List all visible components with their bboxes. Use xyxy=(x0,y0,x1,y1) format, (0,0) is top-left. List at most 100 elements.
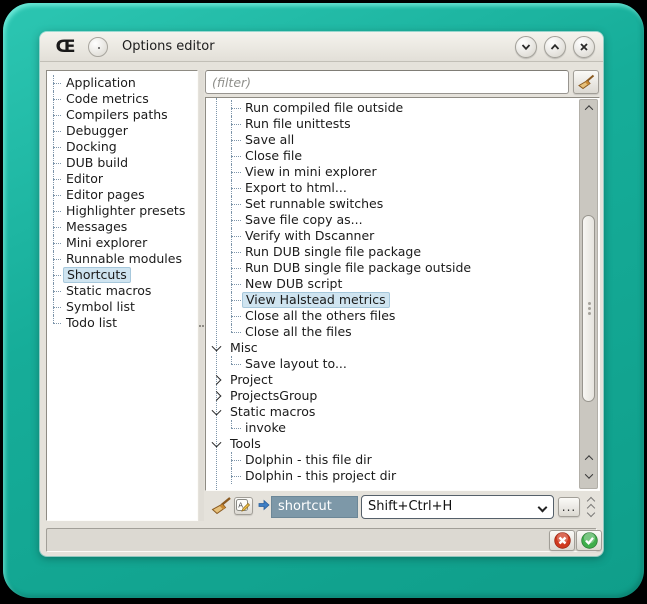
expander-icon[interactable] xyxy=(212,391,222,401)
sidebar-item-highlighter-presets[interactable]: Highlighter presets xyxy=(47,203,197,219)
tree-item-close-all-the-others-files[interactable]: Close all the others files xyxy=(206,308,599,324)
title-bar[interactable]: Œ Options editor xyxy=(40,32,603,62)
red-cross-icon xyxy=(554,532,571,549)
tree-item-run-dub-single-file-package[interactable]: Run DUB single file package xyxy=(206,244,599,260)
tree-item-label: Static macros xyxy=(227,405,318,419)
tree-item-save-layout-to[interactable]: Save layout to... xyxy=(206,356,599,372)
sidebar-item-shortcuts[interactable]: Shortcuts xyxy=(47,267,197,283)
sidebar-item-editor[interactable]: Editor xyxy=(47,171,197,187)
tree-item-label: Run DUB single file package outside xyxy=(242,261,474,275)
tree-item-save-all[interactable]: Save all xyxy=(206,132,599,148)
tree-item-set-runnable-switches[interactable]: Set runnable switches xyxy=(206,196,599,212)
sidebar-item-compilers-paths[interactable]: Compilers paths xyxy=(47,107,197,123)
sidebar-item-label: Compilers paths xyxy=(63,108,171,122)
tree-item-verify-with-dscanner[interactable]: Verify with Dscanner xyxy=(206,228,599,244)
expander-icon[interactable] xyxy=(212,342,222,352)
expander-icon[interactable] xyxy=(212,438,222,448)
tree-item-label: Export to html... xyxy=(242,181,350,195)
tree-item-misc[interactable]: Misc xyxy=(206,340,599,356)
shortcuts-tree: Run compiled file outside Run file unitte… xyxy=(205,97,600,491)
category-list: ApplicationCode metrics Compilers pathsDe… xyxy=(46,70,198,521)
tree-item-label: ProjectsGroup xyxy=(227,389,320,403)
window-menu-button[interactable] xyxy=(88,37,108,57)
updown-stepper[interactable] xyxy=(584,495,599,519)
splitter-handle[interactable] xyxy=(199,70,204,521)
sidebar-item-application[interactable]: Application xyxy=(47,75,197,91)
sidebar-item-label: Editor xyxy=(63,172,106,186)
shortcut-value-combo[interactable]: Shift+Ctrl+H xyxy=(361,495,554,519)
accept-button[interactable] xyxy=(576,530,602,551)
property-name-cell[interactable]: shortcut xyxy=(271,496,358,518)
tree-item-run-file-unittests[interactable]: Run file unittests xyxy=(206,116,599,132)
tree-item-view-halstead-metrics[interactable]: View Halstead metrics xyxy=(206,292,599,308)
scroll-up-button-bottom[interactable] xyxy=(580,451,597,464)
sidebar-item-messages[interactable]: Messages xyxy=(47,219,197,235)
sidebar-item-symbol-list[interactable]: Symbol list xyxy=(47,299,197,315)
tree-item-dolphin-this-file-dir[interactable]: Dolphin - this file dir xyxy=(206,452,599,468)
close-button[interactable] xyxy=(573,36,595,58)
sidebar-item-dub-build[interactable]: DUB build xyxy=(47,155,197,171)
shortcut-value: Shift+Ctrl+H xyxy=(368,499,452,514)
sidebar-item-label: Highlighter presets xyxy=(63,204,188,218)
tree-item-run-dub-single-file-package-outside[interactable]: Run DUB single file package outside xyxy=(206,260,599,276)
sidebar-item-debugger[interactable]: Debugger xyxy=(47,123,197,139)
sidebar-item-docking[interactable]: Docking xyxy=(47,139,197,155)
edit-value-button[interactable]: A xyxy=(234,497,253,515)
tree-item-projectsgroup[interactable]: ProjectsGroup xyxy=(206,388,599,404)
tree-item-label: Misc xyxy=(227,341,261,355)
status-bar xyxy=(46,528,597,552)
filter-input[interactable] xyxy=(205,70,569,94)
clear-filter-button[interactable] xyxy=(573,70,599,94)
sidebar-item-todo-list[interactable]: Todo list xyxy=(47,315,197,331)
vertical-scrollbar[interactable] xyxy=(579,99,598,489)
tree-item-close-all-the-files[interactable]: Close all the files xyxy=(206,324,599,340)
tree-item-label: Dolphin - this project dir xyxy=(242,469,399,483)
tree-item-close-file[interactable]: Close file xyxy=(206,148,599,164)
tree-item-save-file-copy-as[interactable]: Save file copy as... xyxy=(206,212,599,228)
more-button[interactable]: ... xyxy=(558,497,580,517)
tree-item-invoke[interactable]: invoke xyxy=(206,420,599,436)
tree-item-label: Project xyxy=(227,373,276,387)
tree-item-run-compiled-file-outside[interactable]: Run compiled file outside xyxy=(206,100,599,116)
tree-item-label: Run file unittests xyxy=(242,117,354,131)
tree-item-label: Close file xyxy=(242,149,305,163)
broom-icon[interactable] xyxy=(210,496,232,516)
shortcut-editor-row: A shortcut Shift+Ctrl+H ... xyxy=(205,494,600,520)
sidebar-item-label: Code metrics xyxy=(63,92,152,106)
shade-button[interactable] xyxy=(515,36,537,58)
sidebar-item-label: Editor pages xyxy=(63,188,148,202)
tree-item-tools[interactable]: Tools xyxy=(206,436,599,452)
sidebar-item-editor-pages[interactable]: Editor pages xyxy=(47,187,197,203)
sidebar-item-label: Mini explorer xyxy=(63,236,150,250)
blue-arrow-icon xyxy=(258,499,270,511)
sidebar-item-mini-explorer[interactable]: Mini explorer xyxy=(47,235,197,251)
tree-item-new-dub-script[interactable]: New DUB script xyxy=(206,276,599,292)
tree-item-label: Close all the others files xyxy=(242,309,398,323)
tree-item-view-in-mini-explorer[interactable]: View in mini explorer xyxy=(206,164,599,180)
chevron-down-icon xyxy=(538,503,548,513)
scroll-up-button[interactable] xyxy=(580,101,597,114)
scroll-down-button[interactable] xyxy=(580,469,597,482)
sidebar-item-label: Static macros xyxy=(63,284,154,298)
svg-text:A: A xyxy=(238,501,243,509)
tree-item-export-to-html[interactable]: Export to html... xyxy=(206,180,599,196)
tree-item-dolphin-this-project-dir[interactable]: Dolphin - this project dir xyxy=(206,468,599,484)
unshade-button[interactable] xyxy=(544,36,566,58)
sidebar-item-code-metrics[interactable]: Code metrics xyxy=(47,91,197,107)
expander-icon[interactable] xyxy=(212,375,222,385)
tree-item-label: New DUB script xyxy=(242,277,345,291)
sidebar-item-static-macros[interactable]: Static macros xyxy=(47,283,197,299)
expander-icon[interactable] xyxy=(212,406,222,416)
tree-item-label: Verify with Dscanner xyxy=(242,229,377,243)
sidebar-item-runnable-modules[interactable]: Runnable modules xyxy=(47,251,197,267)
tree-item-label: Close all the files xyxy=(242,325,355,339)
tree-item-static-macros[interactable]: Static macros xyxy=(206,404,599,420)
sidebar-item-label: Shortcuts xyxy=(63,267,131,283)
tree-item-label: invoke xyxy=(242,421,289,435)
cancel-button[interactable] xyxy=(549,530,575,551)
tree-item-project[interactable]: Project xyxy=(206,372,599,388)
chevron-down-icon xyxy=(521,42,531,52)
tree-item-label: Run compiled file outside xyxy=(242,101,406,115)
broom-icon xyxy=(577,74,595,90)
scrollbar-thumb[interactable] xyxy=(582,215,595,402)
